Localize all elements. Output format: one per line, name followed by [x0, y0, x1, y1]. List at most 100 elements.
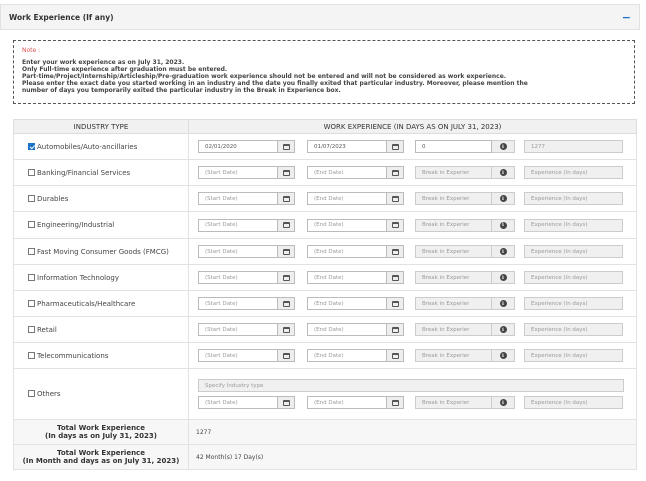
experience-days-field: Experience (In days) [524, 245, 623, 258]
checkbox-icon[interactable] [28, 142, 35, 150]
break-in-experience-input[interactable]: Break in Experier [415, 297, 492, 310]
note-line: Part-time/Project/Internship/Articleship… [22, 73, 507, 80]
break-in-experience-input[interactable]: Break in Experier [415, 271, 492, 284]
info-icon[interactable]: i [492, 297, 515, 310]
date-fields-row: (Start Date) (End Date) Break in Experier i… [198, 396, 630, 409]
end-date-input[interactable]: (End Date) [307, 245, 404, 258]
calendar-icon[interactable] [277, 298, 294, 309]
break-in-experience-input[interactable]: Break in Experier [415, 166, 492, 179]
end-date-input[interactable]: 01/07/2023 [307, 140, 404, 153]
industry-cell[interactable]: Retail [13, 316, 189, 343]
checkbox-icon[interactable] [28, 390, 35, 397]
industry-label: Telecommunications [37, 351, 109, 360]
calendar-icon[interactable] [386, 397, 403, 408]
calendar-icon[interactable] [386, 298, 403, 309]
industry-label: Durables [37, 194, 69, 203]
calendar-icon[interactable] [386, 324, 403, 335]
start-date-input[interactable]: (Start Date) [198, 218, 295, 232]
info-icon[interactable]: i [492, 323, 515, 336]
start-date-input[interactable]: 02/01/2020 [198, 140, 295, 153]
industry-label: Information Technology [37, 273, 119, 282]
calendar-icon[interactable] [386, 167, 403, 178]
calendar-icon[interactable] [386, 193, 403, 204]
checkbox-icon[interactable] [28, 194, 35, 202]
checkbox-icon[interactable] [28, 325, 35, 333]
industry-row: Durables (Start Date) (End Date) Break in E… [13, 185, 637, 212]
calendar-icon[interactable] [386, 350, 403, 361]
calendar-icon[interactable] [277, 350, 294, 361]
start-date-input[interactable]: (Start Date) [198, 396, 295, 409]
break-in-experience-input[interactable]: Break in Experier [415, 192, 492, 205]
specify-industry-input[interactable]: Specify Industry type [198, 379, 624, 392]
industry-cell[interactable]: Telecommunications [13, 342, 189, 369]
industry-cell[interactable]: Durables [13, 185, 189, 212]
industry-row: Engineering/Industrial (Start Date) (End D… [13, 211, 637, 239]
end-date-input[interactable]: (End Date) [307, 271, 404, 284]
info-icon[interactable]: i [492, 140, 515, 153]
industry-cell[interactable]: Fast Moving Consumer Goods (FMCG) [13, 238, 189, 265]
calendar-icon[interactable] [386, 272, 403, 283]
info-icon[interactable]: i [492, 166, 515, 179]
end-date-input[interactable]: (End Date) [307, 323, 404, 336]
experience-fields-cell: (Start Date) (End Date) Break in Experier i… [188, 290, 637, 317]
checkbox-icon[interactable] [28, 168, 35, 176]
end-date-input[interactable]: (End Date) [307, 349, 404, 362]
industry-cell[interactable]: Pharmaceuticals/Healthcare [13, 290, 189, 317]
total-months-label: Total Work Experience (In Month and days… [13, 444, 189, 470]
calendar-icon[interactable] [277, 397, 294, 408]
end-date-input[interactable]: (End Date) [307, 166, 404, 179]
experience-days-field: Experience (In days) [524, 323, 623, 336]
date-fields-row: (Start Date) (End Date) Break in Experier i… [198, 192, 630, 205]
checkbox-icon[interactable] [28, 299, 35, 307]
info-icon[interactable]: i [492, 271, 515, 284]
industry-label: Engineering/Industrial [37, 221, 115, 229]
break-in-experience-input[interactable]: Break in Experier [415, 218, 492, 232]
end-date-input[interactable]: (End Date) [307, 396, 404, 409]
calendar-icon[interactable] [386, 141, 403, 152]
checkbox-icon[interactable] [28, 247, 35, 255]
info-icon[interactable]: i [492, 245, 515, 258]
end-date-input[interactable]: (End Date) [307, 218, 404, 232]
industry-cell[interactable]: Banking/Financial Services [13, 159, 189, 186]
break-in-experience-input[interactable]: 0 [415, 140, 492, 153]
end-date-input[interactable]: (End Date) [307, 192, 404, 205]
break-in-experience-input[interactable]: Break in Experier [415, 245, 492, 258]
calendar-icon[interactable] [386, 219, 403, 231]
checkbox-icon[interactable] [28, 351, 35, 359]
break-in-experience-input[interactable]: Break in Experier [415, 323, 492, 336]
info-icon[interactable]: i [492, 192, 515, 205]
collapse-icon[interactable]: − [622, 12, 631, 23]
date-fields-row: 02/01/2020 01/07/2023 0 i 1277 [198, 140, 630, 153]
calendar-icon[interactable] [277, 219, 294, 231]
section-header[interactable]: Work Experience (If any) − [0, 4, 640, 30]
start-date-input[interactable]: (Start Date) [198, 166, 295, 179]
checkbox-icon[interactable] [28, 273, 35, 281]
industry-row: Automobiles/Auto-ancillaries 02/01/2020 01… [13, 133, 637, 160]
end-date-input[interactable]: (End Date) [307, 297, 404, 310]
industry-cell[interactable]: Engineering/Industrial [13, 211, 189, 239]
info-icon[interactable]: i [492, 396, 515, 409]
calendar-icon[interactable] [277, 193, 294, 204]
checkbox-icon[interactable] [28, 221, 35, 228]
calendar-icon[interactable] [277, 141, 294, 152]
industry-cell[interactable]: Automobiles/Auto-ancillaries [13, 133, 189, 160]
industry-cell[interactable]: Others [13, 368, 189, 420]
calendar-icon[interactable] [277, 272, 294, 283]
calendar-icon[interactable] [277, 324, 294, 335]
start-date-input[interactable]: (Start Date) [198, 245, 295, 258]
start-date-input[interactable]: (Start Date) [198, 323, 295, 336]
break-in-experience-input[interactable]: Break in Experier [415, 349, 492, 362]
start-date-input[interactable]: (Start Date) [198, 271, 295, 284]
industry-label: Others [37, 390, 61, 398]
industry-cell[interactable]: Information Technology [13, 264, 189, 291]
info-icon[interactable]: i [492, 349, 515, 362]
calendar-icon[interactable] [277, 246, 294, 257]
start-date-input[interactable]: (Start Date) [198, 192, 295, 205]
work-experience-table: INDUSTRY TYPE WORK EXPERIENCE (IN DAYS A… [13, 119, 637, 470]
break-in-experience-input[interactable]: Break in Experier [415, 396, 492, 409]
start-date-input[interactable]: (Start Date) [198, 349, 295, 362]
calendar-icon[interactable] [277, 167, 294, 178]
start-date-input[interactable]: (Start Date) [198, 297, 295, 310]
info-icon[interactable]: i [492, 218, 515, 232]
calendar-icon[interactable] [386, 246, 403, 257]
